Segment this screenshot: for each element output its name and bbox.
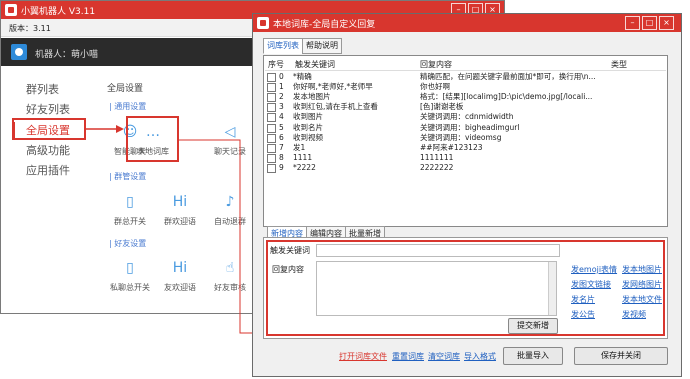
link-reset-lexicon[interactable]: 重置词库	[392, 351, 424, 362]
table-row[interactable]: 4 收到图片 关键词调用：cdnmidwidth	[267, 112, 665, 123]
global-settings-highlight	[12, 118, 86, 140]
row-reply: 你也好啊	[420, 82, 450, 92]
arrowhead	[116, 125, 124, 133]
reply-scrollbar[interactable]	[548, 262, 556, 315]
col-keyword[interactable]: 触发关键词	[295, 59, 335, 70]
row-checkbox[interactable]	[267, 143, 276, 153]
table-row[interactable]: 3 收到红包,请在手机上查看 [色]谢谢老板	[267, 102, 665, 113]
link-card[interactable]: 发名片	[571, 294, 595, 305]
table-row[interactable]: 5 收到名片 关键词调用：bigheadimgurl	[267, 123, 665, 133]
row-index: 2	[279, 92, 284, 102]
row-reply: 2222222	[420, 162, 454, 172]
row-index: 0	[279, 72, 284, 81]
table-row[interactable]: 8 1111 1111111	[267, 153, 665, 163]
row-keyword: *精确	[293, 72, 312, 81]
save-close-button[interactable]: 保存并关闭	[574, 347, 668, 365]
link-local-image[interactable]: 发本地图片	[622, 264, 662, 275]
row-keyword: 发本地图片	[293, 92, 331, 102]
row-index: 8	[279, 152, 284, 162]
table-row[interactable]: 0 *精确 精确匹配，在问题关键字最前面加*即可，换行用\n...	[267, 72, 665, 82]
link-open-lexicon-file[interactable]: 打开词库文件	[339, 351, 387, 362]
row-reply: ##阿来#123123	[420, 142, 483, 152]
row-reply: [色]谢谢老板	[420, 102, 464, 112]
table-row[interactable]: 1 你好啊,*老师好,*老师早 你也好啊	[267, 82, 665, 93]
row-checkbox[interactable]	[267, 83, 276, 93]
reply-label: 回复内容	[272, 265, 304, 274]
row-checkbox[interactable]	[267, 123, 276, 133]
row-keyword: 1111	[293, 152, 313, 162]
row-keyword: 收到名片	[293, 122, 323, 132]
table-row[interactable]: 7 发1 ##阿来#123123	[267, 143, 665, 153]
link-article[interactable]: 发图文链接	[571, 279, 611, 290]
row-keyword: 收到图片	[293, 112, 323, 122]
col-type[interactable]: 类型	[611, 59, 627, 70]
row-index: 1	[279, 82, 284, 92]
bulk-import-button[interactable]: 批量导入	[503, 347, 563, 365]
minimize-icon[interactable]: –	[625, 16, 640, 30]
row-checkbox[interactable]	[267, 133, 276, 143]
row-keyword: *2222	[293, 162, 316, 172]
row-reply: 格式：[结果][localimg]D:\pic\demo.jpg[/locali…	[420, 92, 593, 102]
row-keyword: 收到视频	[293, 132, 323, 142]
table-row[interactable]: 9 *2222 2222222	[267, 163, 665, 173]
row-index: 7	[279, 142, 284, 152]
table-row[interactable]: 6 收到视频 关键词调用：videomsg	[267, 133, 665, 143]
row-reply: 关键词调用：videomsg	[420, 132, 502, 142]
link-notice[interactable]: 发公告	[571, 309, 595, 320]
row-index: 4	[279, 112, 284, 122]
row-keyword: 你好啊,*老师好,*老师早	[293, 82, 373, 92]
keyword-label: 触发关键词	[270, 246, 310, 255]
row-checkbox[interactable]	[267, 163, 276, 173]
tab-lexicon-list[interactable]: 词库列表	[263, 38, 303, 54]
row-reply: 关键词调用：bigheadimgurl	[420, 122, 520, 132]
row-keyword: 收到红包,请在手机上查看	[293, 102, 378, 112]
row-reply: 精确匹配，在问题关键字最前面加*即可，换行用\n...	[420, 72, 596, 81]
row-reply: 1111111	[420, 152, 454, 162]
reply-textarea[interactable]	[316, 261, 557, 316]
submit-add-button[interactable]: 提交新增	[508, 318, 558, 334]
link-video[interactable]: 发视频	[622, 309, 646, 320]
row-checkbox[interactable]	[267, 153, 276, 163]
header-divider	[265, 70, 666, 71]
row-index: 6	[279, 132, 284, 142]
link-clear-lexicon[interactable]: 清空词库	[428, 351, 460, 362]
row-reply: 关键词调用：cdnmidwidth	[420, 112, 514, 122]
link-web-image[interactable]: 发网络图片	[622, 279, 662, 290]
row-index: 5	[279, 122, 284, 132]
row-index: 9	[279, 162, 284, 172]
link-emoji[interactable]: 发emoji表情	[571, 264, 617, 275]
close-icon[interactable]: ×	[659, 16, 674, 30]
row-index: 3	[279, 102, 284, 112]
arrow-to-editor	[179, 139, 263, 334]
tab-help[interactable]: 帮助说明	[302, 38, 342, 54]
dialog-title: 本地词库-全局自定义回复	[273, 20, 376, 30]
link-local-file[interactable]: 发本地文件	[622, 294, 662, 305]
row-checkbox[interactable]	[267, 73, 276, 82]
table-row[interactable]: 2 发本地图片 格式：[结果][localimg]D:\pic\demo.jpg[/…	[267, 92, 665, 103]
row-checkbox[interactable]	[267, 113, 276, 123]
row-checkbox[interactable]	[267, 103, 276, 113]
keyword-input[interactable]	[316, 244, 560, 257]
maximize-icon[interactable]: □	[642, 16, 657, 30]
col-reply[interactable]: 回复内容	[420, 59, 452, 70]
dialog-titlebar: 本地词库-全局自定义回复 – □ ×	[253, 14, 681, 32]
row-keyword: 发1	[293, 142, 306, 152]
row-checkbox[interactable]	[267, 93, 276, 103]
col-index[interactable]: 序号	[268, 59, 284, 70]
link-import-format[interactable]: 导入格式	[464, 351, 496, 362]
app-icon	[257, 17, 269, 29]
